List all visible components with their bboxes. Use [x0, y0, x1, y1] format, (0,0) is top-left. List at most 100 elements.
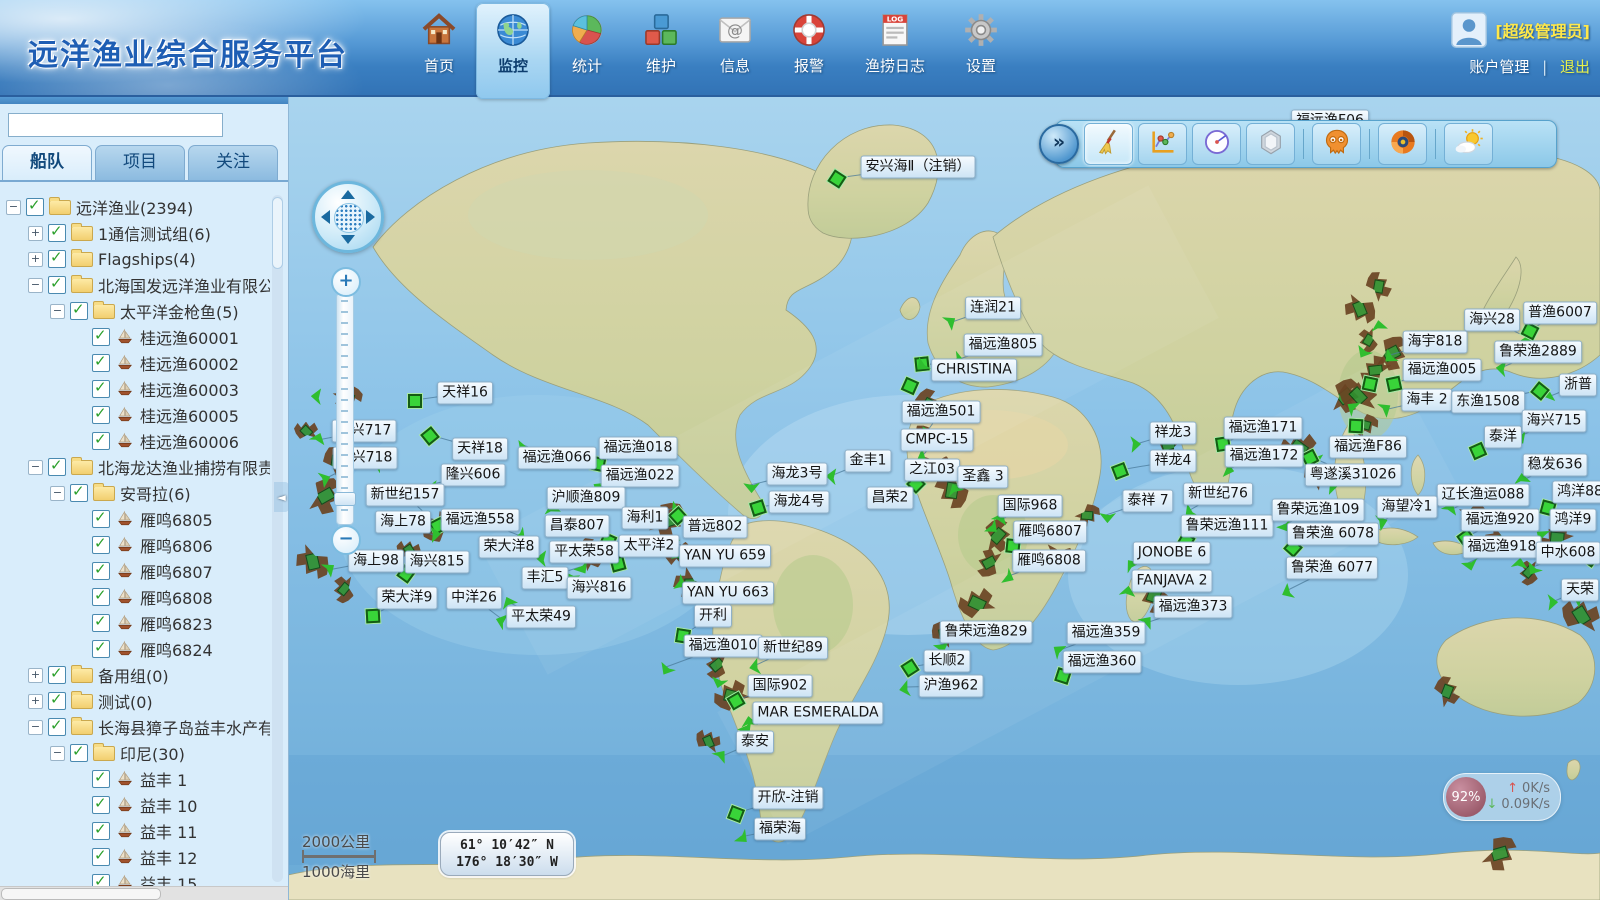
- checkbox[interactable]: ✓: [92, 614, 110, 632]
- zoom-out-button[interactable]: −: [331, 525, 361, 555]
- checkbox[interactable]: ✓: [92, 588, 110, 606]
- tree-item[interactable]: ✓益丰 1: [0, 766, 270, 792]
- ship-marker[interactable]: [1386, 376, 1403, 393]
- tree-item[interactable]: ✓雁鸣6806: [0, 532, 270, 558]
- nav-item-settings[interactable]: 设置: [944, 3, 1018, 99]
- checkbox[interactable]: ✓: [48, 666, 66, 684]
- vessel-label[interactable]: 丰汇5: [522, 567, 569, 590]
- plus-expander-icon[interactable]: +: [28, 694, 43, 709]
- tool-compass-button[interactable]: [1378, 123, 1427, 165]
- minus-expander-icon[interactable]: −: [50, 486, 65, 501]
- vessel-label[interactable]: 荣大洋9: [377, 587, 438, 610]
- vessel-label[interactable]: 海上98: [348, 550, 404, 573]
- checkbox[interactable]: ✓: [92, 510, 110, 528]
- ship-marker[interactable]: [408, 394, 422, 408]
- vessel-label[interactable]: 福远渔171: [1224, 417, 1303, 440]
- vessel-label[interactable]: 东渔1508: [1451, 391, 1525, 414]
- tool-clock-button[interactable]: [1192, 123, 1241, 165]
- vessel-label[interactable]: 福远渔373: [1154, 596, 1233, 619]
- checkbox[interactable]: ✓: [70, 744, 88, 762]
- vessel-label[interactable]: 浙普: [1559, 374, 1597, 397]
- vessel-label[interactable]: 鲁荣渔 6077: [1286, 557, 1378, 580]
- vessel-label[interactable]: 福远渔F86: [1329, 436, 1407, 459]
- vessel-label[interactable]: YAN YU 659: [679, 545, 771, 568]
- checkbox[interactable]: ✓: [26, 198, 44, 216]
- vessel-label[interactable]: 海丰 2: [1401, 389, 1452, 412]
- tree-item[interactable]: +✓1通信测试组(6): [0, 220, 270, 246]
- vessel-label[interactable]: 沪顺渔809: [547, 487, 626, 510]
- checkbox[interactable]: ✓: [92, 822, 110, 840]
- minus-expander-icon[interactable]: −: [28, 278, 43, 293]
- nav-item-stats[interactable]: 统计: [550, 3, 624, 99]
- tree-item[interactable]: ✓雁鸣6805: [0, 506, 270, 532]
- vessel-label[interactable]: 开利: [694, 605, 732, 628]
- tree-item[interactable]: ✓桂远渔60005: [0, 402, 270, 428]
- tree-item[interactable]: −✓远洋渔业(2394): [0, 194, 270, 220]
- tree-item[interactable]: ✓桂远渔60002: [0, 350, 270, 376]
- vessel-label[interactable]: 福远渔066: [518, 447, 597, 470]
- vessel-label[interactable]: 鲁荣渔 6078: [1287, 523, 1379, 546]
- vessel-label[interactable]: 昌泰807: [545, 515, 610, 538]
- pan-right-arrow[interactable]: [366, 210, 375, 224]
- minus-expander-icon[interactable]: −: [6, 200, 21, 215]
- vessel-label[interactable]: 平太荣58: [549, 541, 619, 564]
- vessel-label[interactable]: 国际902: [748, 675, 813, 698]
- tree-item[interactable]: ✓雁鸣6808: [0, 584, 270, 610]
- vessel-label[interactable]: 鲁荣远渔111: [1181, 515, 1274, 538]
- ship-marker[interactable]: [1349, 419, 1364, 434]
- plus-expander-icon[interactable]: +: [28, 226, 43, 241]
- vessel-label[interactable]: 鸿洋88: [1552, 481, 1600, 504]
- vessel-label[interactable]: 荣大洋8: [479, 536, 540, 559]
- map-area[interactable]: 天祥16海兴717海兴718天祥18隆兴606福远渔066福远渔018福远渔02…: [288, 95, 1600, 900]
- ship-marker[interactable]: [366, 609, 381, 624]
- vessel-label[interactable]: 普渔6007: [1523, 302, 1597, 325]
- tree-item[interactable]: −✓北海龙达渔业捕捞有限责: [0, 454, 270, 480]
- tree-item[interactable]: ✓桂远渔60001: [0, 324, 270, 350]
- checkbox[interactable]: ✓: [70, 302, 88, 320]
- vessel-label[interactable]: 福远渔918: [1463, 536, 1542, 559]
- vessel-label[interactable]: 雁鸣6808: [1012, 550, 1086, 573]
- vessel-label[interactable]: 福远渔005: [1403, 359, 1482, 382]
- vessel-label[interactable]: 海龙3号: [767, 463, 828, 486]
- checkbox[interactable]: ✓: [92, 354, 110, 372]
- checkbox[interactable]: ✓: [48, 250, 66, 268]
- tree-item[interactable]: +✓备用组(0): [0, 662, 270, 688]
- checkbox[interactable]: ✓: [92, 432, 110, 450]
- plus-expander-icon[interactable]: +: [28, 252, 43, 267]
- vessel-label[interactable]: 海兴715: [1522, 410, 1587, 433]
- vessel-label[interactable]: 泰安: [736, 731, 774, 754]
- pan-left-arrow[interactable]: [321, 210, 330, 224]
- plus-expander-icon[interactable]: +: [28, 668, 43, 683]
- vessel-label[interactable]: 祥龙3: [1150, 422, 1197, 445]
- vessel-label[interactable]: 开欣-注销: [752, 787, 823, 810]
- tree-item[interactable]: −✓印尼(30): [0, 740, 270, 766]
- sidebar-collapse-handle[interactable]: ◄: [274, 482, 289, 512]
- vessel-label[interactable]: CHRISTINA: [931, 359, 1017, 382]
- tree-horizontal-scrollbar[interactable]: [0, 886, 288, 900]
- tree-item[interactable]: ✓益丰 10: [0, 792, 270, 818]
- vessel-label[interactable]: YAN YU 663: [682, 582, 774, 605]
- checkbox[interactable]: ✓: [92, 536, 110, 554]
- vessel-label[interactable]: 国际968: [998, 495, 1063, 518]
- vessel-label[interactable]: 祥龙4: [1150, 450, 1197, 473]
- nav-item-maintenance[interactable]: 维护: [624, 3, 698, 99]
- vessel-label[interactable]: 天祥16: [437, 382, 493, 405]
- nav-item-message[interactable]: @信息: [698, 3, 772, 99]
- vessel-label[interactable]: 福远渔501: [902, 401, 981, 424]
- minus-expander-icon[interactable]: −: [50, 304, 65, 319]
- vessel-label[interactable]: 粤遂溪31026: [1305, 464, 1402, 487]
- vessel-label[interactable]: 海利1: [622, 507, 669, 530]
- vessel-label[interactable]: 新世纪89: [758, 637, 828, 660]
- vessel-label[interactable]: 海龙4号: [769, 491, 830, 514]
- checkbox[interactable]: ✓: [70, 484, 88, 502]
- vessel-label[interactable]: 福远渔010: [684, 635, 763, 658]
- vessel-label[interactable]: 沪渔962: [919, 675, 984, 698]
- vessel-label[interactable]: 海望冷1: [1377, 496, 1438, 519]
- tree-item[interactable]: ✓雁鸣6823: [0, 610, 270, 636]
- checkbox[interactable]: ✓: [92, 848, 110, 866]
- checkbox[interactable]: ✓: [92, 562, 110, 580]
- minus-expander-icon[interactable]: −: [28, 720, 43, 735]
- tree-item[interactable]: ✓益丰 12: [0, 844, 270, 870]
- vessel-label[interactable]: 天荣: [1561, 579, 1599, 602]
- vessel-label[interactable]: 稳发636: [1523, 454, 1588, 477]
